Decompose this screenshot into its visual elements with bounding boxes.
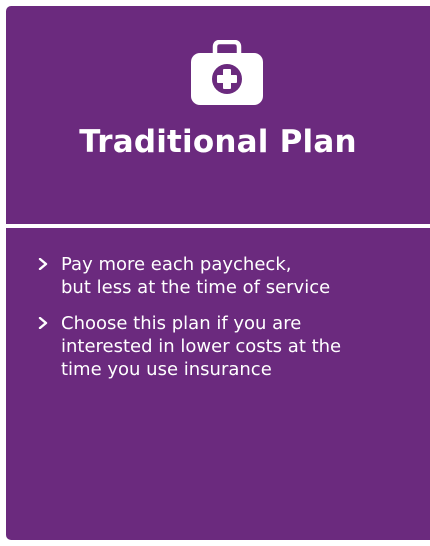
benefit-text: Pay more each paycheck, but less at the … [61, 254, 331, 298]
plan-card: Traditional Plan Pay more each paycheck,… [6, 6, 430, 540]
plan-card-header: Traditional Plan [6, 6, 430, 224]
plan-title: Traditional Plan [79, 124, 357, 160]
benefit-item: Choose this plan if you are interested i… [36, 312, 416, 381]
header-divider [6, 224, 430, 228]
chevron-right-icon [38, 317, 48, 329]
first-aid-kit-icon [190, 40, 264, 106]
chevron-right-icon [38, 258, 48, 270]
benefit-text: Choose this plan if you are interested i… [61, 313, 342, 380]
benefit-list: Pay more each paycheck, but less at the … [36, 253, 416, 394]
benefit-item: Pay more each paycheck, but less at the … [36, 253, 416, 299]
